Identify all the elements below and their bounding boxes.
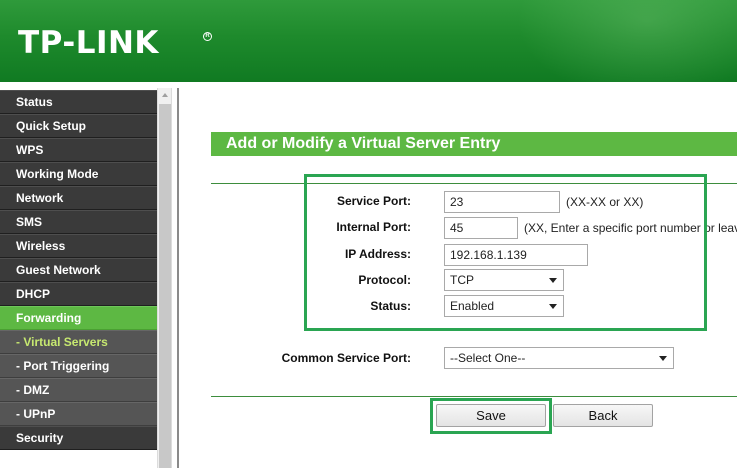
main-content: Add or Modify a Virtual Server Entry Ser… (180, 88, 737, 468)
fields-highlight-box (304, 174, 707, 331)
back-button[interactable]: Back (553, 404, 653, 427)
sidebar-item-working-mode[interactable]: Working Mode (0, 162, 157, 186)
sidebar-item-status[interactable]: Status (0, 90, 157, 114)
page-title: Add or Modify a Virtual Server Entry (211, 132, 737, 156)
sidebar-item-network[interactable]: Network (0, 186, 157, 210)
common-service-port-selected-value: --Select One-- (450, 351, 526, 365)
brand-logo: TP-LINK (18, 25, 159, 61)
sidebar-item-wireless[interactable]: Wireless (0, 234, 157, 258)
header-sheen (517, 0, 737, 82)
sidebar-item-dhcp[interactable]: DHCP (0, 282, 157, 306)
triangle-up-icon[interactable] (158, 88, 172, 102)
sidebar-subitem-upnp[interactable]: - UPnP (0, 402, 157, 426)
sidebar-subitem-port-triggering[interactable]: - Port Triggering (0, 354, 157, 378)
sidebar-scrollbar[interactable] (157, 88, 172, 468)
registered-mark-icon: R (203, 32, 212, 41)
sidebar-item-sms[interactable]: SMS (0, 210, 157, 234)
sidebar-item-security[interactable]: Security (0, 426, 157, 450)
common-service-port-label: Common Service Port: (281, 351, 411, 365)
sidebar-item-quick-setup[interactable]: Quick Setup (0, 114, 157, 138)
sidebar-item-forwarding[interactable]: Forwarding (0, 306, 157, 330)
chevron-down-icon (659, 356, 667, 361)
frame-divider (177, 88, 179, 468)
common-service-port-select[interactable]: --Select One-- (444, 347, 674, 369)
sidebar-subitem-dmz[interactable]: - DMZ (0, 378, 157, 402)
sidebar: Status Quick Setup WPS Working Mode Netw… (0, 88, 172, 468)
sidebar-item-wps[interactable]: WPS (0, 138, 157, 162)
router-admin-page: TP-LINK R Status Quick Setup WPS Working… (0, 0, 737, 468)
sidebar-subitem-virtual-servers[interactable]: - Virtual Servers (0, 330, 157, 354)
sidebar-item-guest-network[interactable]: Guest Network (0, 258, 157, 282)
section-divider-bottom (211, 396, 737, 397)
sidebar-menu: Status Quick Setup WPS Working Mode Netw… (0, 90, 157, 450)
save-button[interactable]: Save (436, 404, 546, 427)
header-banner: TP-LINK R (0, 0, 737, 82)
scrollbar-thumb[interactable] (159, 104, 171, 468)
